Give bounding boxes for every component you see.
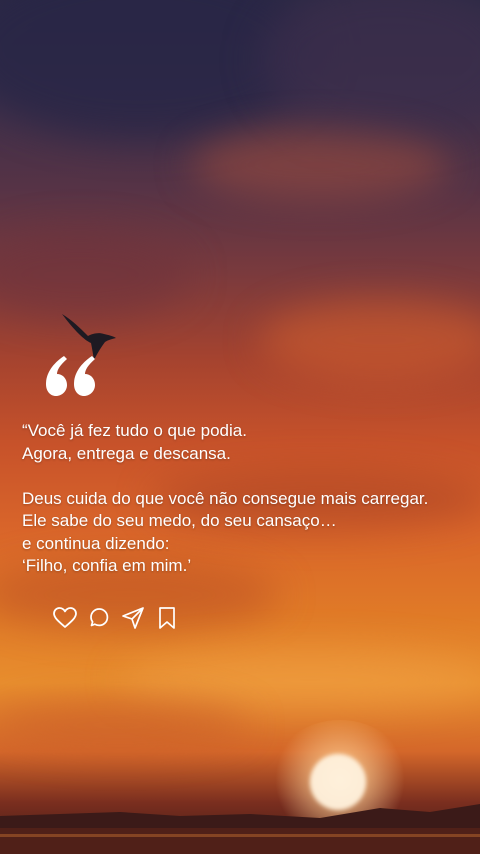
- quote-line: ‘Filho, confia em mim.’: [22, 556, 192, 575]
- horizon-silhouette: [0, 804, 480, 854]
- quote-line: Ele sabe do seu medo, do seu cansaço…: [22, 511, 337, 530]
- quote-mark-icon: [46, 356, 95, 396]
- post-actions: [52, 605, 180, 631]
- quote-line: “Você já fez tudo o que podia.: [22, 421, 247, 440]
- bookmark-icon[interactable]: [154, 605, 180, 631]
- quote-line: e continua dizendo:: [22, 533, 170, 553]
- quote-line: Deus cuida do que você não consegue mais…: [22, 488, 429, 508]
- comment-icon[interactable]: [86, 605, 112, 631]
- quote-text: “Você já fez tudo o que podia. Agora, en…: [22, 420, 472, 578]
- quote-line: Agora, entrega e descansa.: [22, 443, 231, 463]
- quote-line-blank: [22, 465, 472, 488]
- share-icon[interactable]: [120, 605, 146, 631]
- heart-icon[interactable]: [52, 605, 78, 631]
